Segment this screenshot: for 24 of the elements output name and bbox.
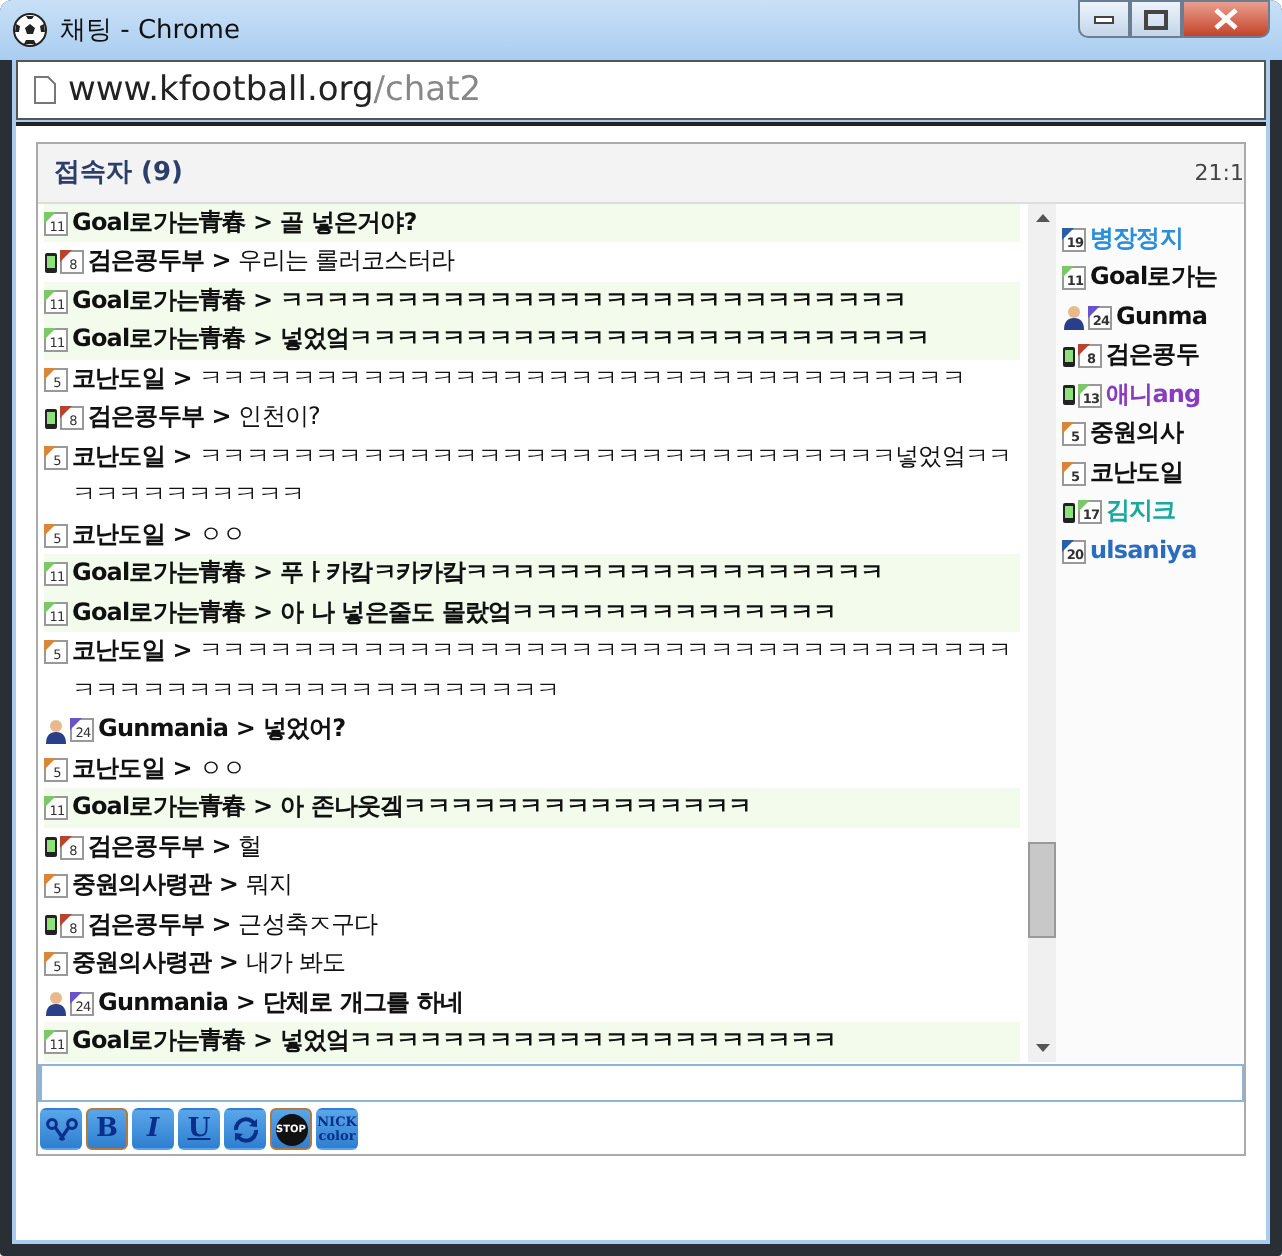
- minimize-icon: [1094, 15, 1114, 23]
- message-input[interactable]: [38, 1063, 1244, 1102]
- scroll-up-icon[interactable]: [1035, 213, 1049, 222]
- refresh-icon: [229, 1113, 261, 1145]
- scrollbar[interactable]: [1028, 203, 1056, 1062]
- underline-button[interactable]: U: [178, 1108, 220, 1150]
- maximize-button[interactable]: [1130, 0, 1182, 38]
- close-icon: [1214, 8, 1238, 30]
- bold-button[interactable]: B: [86, 1108, 128, 1150]
- window-title: 채팅 - Chrome: [60, 14, 242, 48]
- minimize-button[interactable]: [1078, 0, 1130, 38]
- close-button[interactable]: [1182, 0, 1270, 38]
- users-count: 접속자 (9): [54, 156, 183, 191]
- italic-button[interactable]: I: [132, 1108, 174, 1150]
- address-bar[interactable]: www.kfootball.org/chat2: [16, 60, 1266, 120]
- soccer-ball-icon: [12, 12, 48, 48]
- time-text: 21:1: [1194, 159, 1244, 186]
- page-icon: [34, 76, 56, 104]
- scissors-button[interactable]: [40, 1108, 82, 1150]
- refresh-button[interactable]: [224, 1108, 266, 1150]
- maximize-icon: [1144, 9, 1168, 29]
- scrollbar-thumb[interactable]: [1028, 841, 1056, 938]
- scissors-icon: [45, 1115, 77, 1143]
- scroll-down-icon[interactable]: [1035, 1043, 1049, 1052]
